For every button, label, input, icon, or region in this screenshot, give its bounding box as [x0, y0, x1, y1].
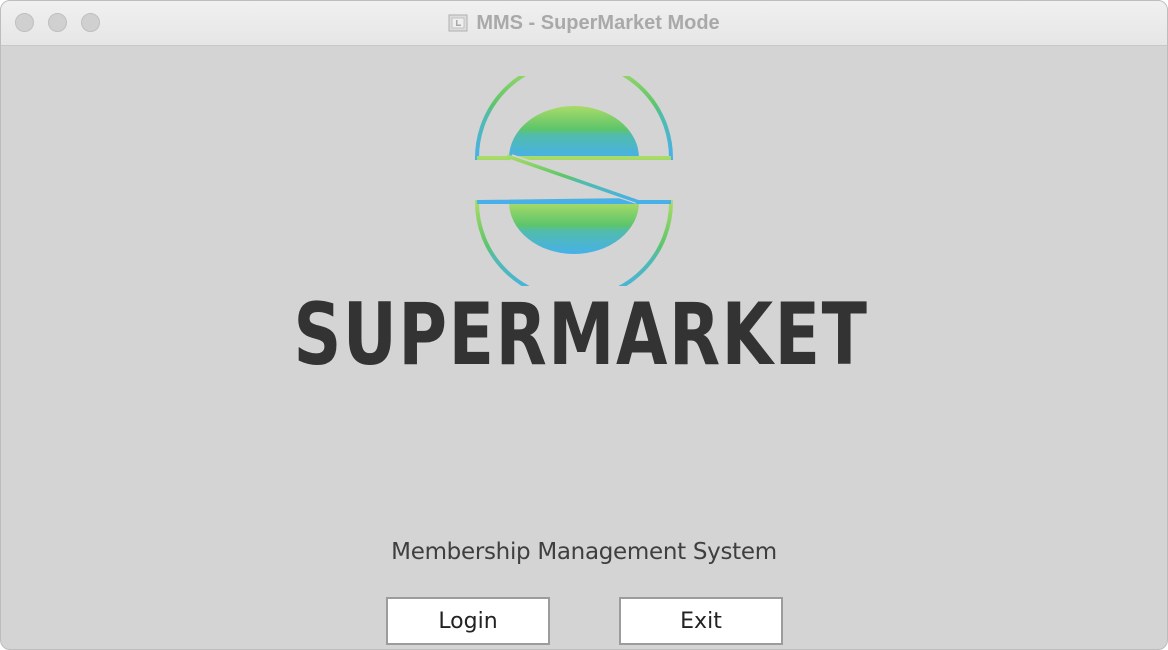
window-title: MMS - SuperMarket Mode	[476, 11, 720, 34]
exit-button[interactable]: Exit	[619, 597, 783, 645]
window-title-group: MMS - SuperMarket Mode	[1, 1, 1167, 45]
app-subtitle: Membership Management System	[391, 539, 777, 565]
app-window: MMS - SuperMarket Mode SUPERMARKET Membe…	[0, 0, 1168, 650]
document-icon	[448, 13, 468, 33]
supermarket-logo-icon	[469, 59, 679, 301]
wordmark-text: SUPERMARKET	[294, 286, 869, 385]
title-bar[interactable]: MMS - SuperMarket Mode	[1, 1, 1167, 46]
supermarket-wordmark: SUPERMARKET	[281, 285, 881, 386]
login-button[interactable]: Login	[386, 597, 550, 645]
